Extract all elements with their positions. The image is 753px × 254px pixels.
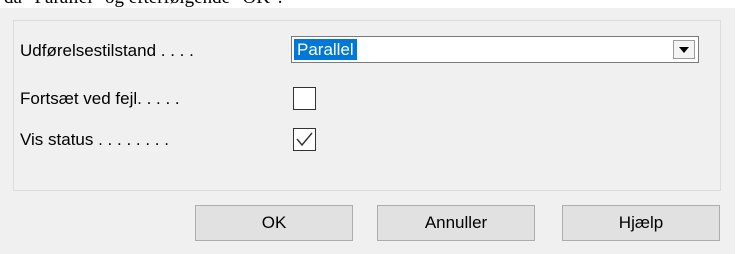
continue-on-error-label: Fortsæt ved fejl. . . . . [20, 89, 180, 108]
help-button[interactable]: Hjælp [562, 205, 720, 241]
execution-state-value: Parallel [294, 39, 357, 60]
document-text-fragment: da "Parallel" og efterfølgende "OK". [0, 0, 753, 8]
execution-state-label: Udførelsestilstand . . . . [20, 41, 194, 60]
execution-state-dropdown[interactable]: Parallel [291, 36, 699, 63]
dialog: Udførelsestilstand . . . . Parallel Fort… [0, 8, 735, 254]
dropdown-arrow-icon[interactable] [673, 40, 695, 59]
ok-button[interactable]: OK [195, 205, 353, 241]
show-status-label: Vis status . . . . . . . . [20, 130, 169, 149]
continue-on-error-checkbox[interactable] [293, 87, 316, 110]
document-text: da "Parallel" og efterfølgende "OK". [4, 0, 282, 8]
checkmark-icon [296, 132, 313, 147]
show-status-checkbox[interactable] [293, 128, 316, 151]
cancel-button[interactable]: Annuller [377, 205, 535, 241]
